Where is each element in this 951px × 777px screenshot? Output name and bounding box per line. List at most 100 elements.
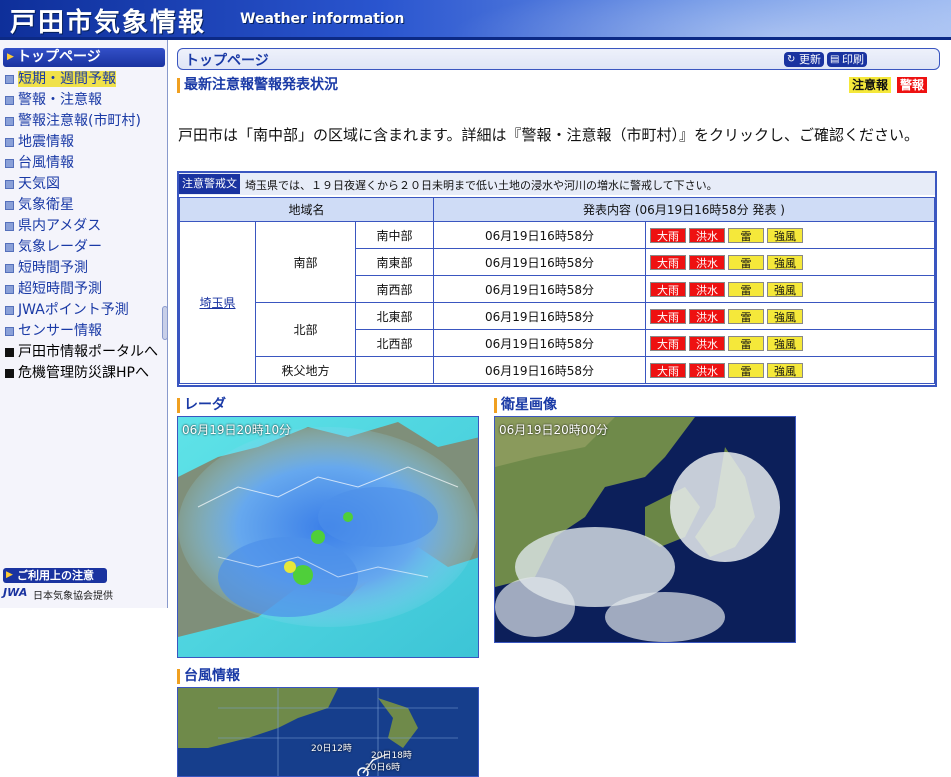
prefecture-link[interactable]: 埼玉県 xyxy=(199,296,235,310)
sidebar-item-label: トップページ xyxy=(17,49,101,65)
caution-label: 注意警戒文 xyxy=(179,174,240,194)
sidebar-item-10[interactable]: 超短時間予測 xyxy=(4,279,102,299)
alert-tags-cell: 大雨 洪水雷強風 xyxy=(645,275,935,303)
typhoon-heading: 台風情報 xyxy=(177,668,240,685)
typhoon-image[interactable]: 20日12時 20日18時 20日6時 xyxy=(177,687,479,777)
alert-tag: 強風 xyxy=(767,281,803,297)
sidebar-item-13[interactable]: 戸田市情報ポータルへ xyxy=(4,342,158,362)
sidebar-item-3[interactable]: 地震情報 xyxy=(4,132,74,152)
sidebar-item-1[interactable]: 警報・注意報 xyxy=(4,90,102,110)
refresh-button[interactable]: ↻ 更新 xyxy=(784,52,824,67)
subregion-cell xyxy=(355,356,434,384)
caution-banner: 注意警戒文 埼玉県では、１９日夜遅くから２０日未明まで低い土地の浸水や河川の増水… xyxy=(179,173,935,195)
issued-time-cell: 06月19日16時58分 xyxy=(433,356,646,384)
square-bullet-icon xyxy=(5,264,14,273)
subregion-cell: 南西部 xyxy=(355,275,434,303)
usage-notice-button[interactable]: ▶ ご利用上の注意 xyxy=(3,568,107,583)
square-bullet-icon xyxy=(5,159,14,168)
sidebar-item-label: 危機管理防災課HPへ xyxy=(18,365,149,381)
sidebar-item-0[interactable]: 短期・週間予報 xyxy=(4,69,116,89)
alert-tag: 雷 xyxy=(728,227,764,243)
subregion-cell: 南東部 xyxy=(355,248,434,276)
subregion-cell: 北東部 xyxy=(355,302,434,330)
table-row: 北部 北東部 06月19日16時58分 大雨 洪水雷強風 xyxy=(180,302,935,357)
issued-time-cell: 06月19日16時58分 xyxy=(433,221,646,249)
sidebar-item-9[interactable]: 短時間予測 xyxy=(4,258,88,278)
sidebar-panel: ▶ トップページ 短期・週間予報 警報・注意報警報注意報(市町村) 地震情報 台風情報… xyxy=(0,40,168,608)
alert-status-heading: 最新注意報警報発表状況 xyxy=(177,77,338,94)
square-bullet-icon xyxy=(5,75,14,84)
alert-tag: 洪水 xyxy=(689,308,725,324)
alert-tag: 洪水 xyxy=(689,335,725,351)
radar-image[interactable]: 06月19日20時10分 xyxy=(177,416,479,658)
sidebar-item-label: 天気図 xyxy=(18,176,60,192)
radar-heading: レーダ xyxy=(177,397,226,414)
alert-tag: 大雨 xyxy=(650,362,686,378)
sidebar-item-6[interactable]: 気象衛星 xyxy=(4,195,74,215)
typhoon-label-1: 20日12時 xyxy=(311,744,352,754)
alert-tag: 大雨 xyxy=(650,227,686,243)
site-header: 戸田市気象情報 Weather information xyxy=(0,0,951,40)
sidebar-item-8[interactable]: 気象レーダー xyxy=(4,237,102,257)
square-bullet-icon xyxy=(5,138,14,147)
sidebar-item-12[interactable]: センサー情報 xyxy=(4,321,102,341)
prefecture-cell: 埼玉県 xyxy=(179,221,256,384)
alert-tag: 雷 xyxy=(728,308,764,324)
square-bullet-icon xyxy=(5,306,14,315)
alert-tag: 雷 xyxy=(728,335,764,351)
jwa-logo: JWA xyxy=(3,586,28,599)
alert-tag: 雷 xyxy=(728,254,764,270)
arrow-right-icon: ▶ xyxy=(6,570,13,580)
page-title: トップページ xyxy=(185,53,269,69)
legend-warning: 警報 xyxy=(897,77,928,93)
sidebar-item-7[interactable]: 県内アメダス xyxy=(4,216,101,236)
page-title-bar: トップページ ↻ 更新 ▤ 印刷 xyxy=(177,48,940,70)
alert-tag: 大雨 xyxy=(650,254,686,270)
sidebar-item-label: 警報注意報(市町村) xyxy=(18,113,141,129)
square-bullet-icon xyxy=(5,201,14,210)
square-bullet-icon xyxy=(5,117,14,126)
main-content: トップページ ↻ 更新 ▤ 印刷 最新注意報警報発表状況 注意報 警報 戸田市は「南… xyxy=(168,40,951,777)
sidebar-item-label: 警報・注意報 xyxy=(18,92,102,108)
square-bullet-icon xyxy=(5,243,14,252)
square-bullet-icon xyxy=(5,222,14,231)
site-title: 戸田市気象情報 xyxy=(10,8,207,38)
sidebar-item-top-page[interactable]: ▶ トップページ xyxy=(3,48,165,67)
print-icon: ▤ xyxy=(830,54,840,65)
alert-tag: 洪水 xyxy=(689,281,725,297)
sidebar-item-5[interactable]: 天気図 xyxy=(4,174,60,194)
column-header-content: 発表内容 (06月19日16時58分 発表 ) xyxy=(433,197,935,222)
satellite-heading: 衛星画像 xyxy=(494,397,557,414)
alert-tags-cell: 大雨 洪水雷強風 xyxy=(645,221,935,249)
sidebar-item-11[interactable]: JWAポイント予測 xyxy=(4,300,129,320)
alert-tag: 強風 xyxy=(767,335,803,351)
typhoon-label-3: 20日6時 xyxy=(365,763,401,773)
subregion-cell: 北西部 xyxy=(355,329,434,357)
sidebar-item-label: 県内アメダス xyxy=(18,218,102,234)
region-cell: 秩父地方 xyxy=(255,356,356,384)
satellite-image[interactable]: 06月19日20時00分 xyxy=(494,416,796,643)
alert-tag: 強風 xyxy=(767,227,803,243)
sidebar-item-4[interactable]: 台風情報 xyxy=(4,153,74,173)
sidebar-item-14[interactable]: 危機管理防災課HPへ xyxy=(4,363,149,383)
refresh-label: 更新 xyxy=(799,53,821,66)
square-bullet-icon xyxy=(5,285,14,294)
region-cell: 南部 xyxy=(255,221,356,303)
sidebar-item-label: センサー情報 xyxy=(18,323,102,339)
sidebar-item-2[interactable]: 警報注意報(市町村) xyxy=(4,111,141,131)
refresh-icon: ↻ xyxy=(787,54,796,65)
print-button[interactable]: ▤ 印刷 xyxy=(827,52,867,67)
sidebar: ▶ トップページ 短期・週間予報 警報・注意報警報注意報(市町村) 地震情報 台風情報… xyxy=(0,40,168,768)
sidebar-item-label: 超短時間予測 xyxy=(18,281,102,297)
legend-advisory: 注意報 xyxy=(849,77,892,93)
warnings-panel: 注意警戒文 埼玉県では、１９日夜遅くから２０日未明まで低い土地の浸水や河川の増水… xyxy=(177,171,937,387)
region-cell: 北部 xyxy=(255,302,356,357)
alert-tags-cell: 大雨 洪水雷強風 xyxy=(645,329,935,357)
radar-timestamp: 06月19日20時10分 xyxy=(182,423,292,437)
square-bullet-icon xyxy=(5,369,14,378)
alert-tags-cell: 大雨 洪水雷強風 xyxy=(645,248,935,276)
sidebar-item-label: 気象衛星 xyxy=(18,197,74,213)
subregion-cell: 南中部 xyxy=(355,221,434,249)
alert-tag: 洪水 xyxy=(689,227,725,243)
sidebar-item-label: 短期・週間予報 xyxy=(18,71,116,87)
